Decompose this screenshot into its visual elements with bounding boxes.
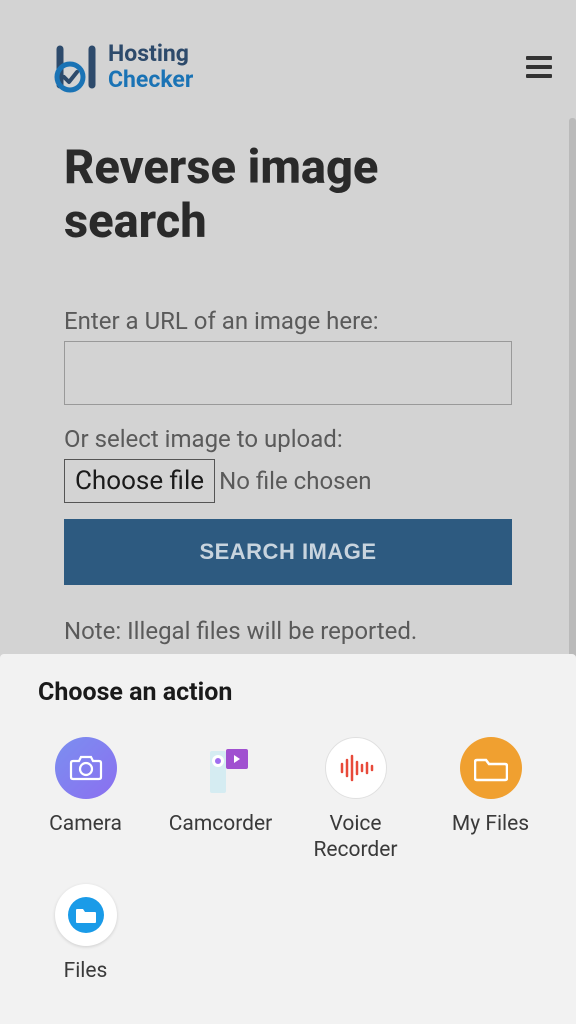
camera-icon xyxy=(55,737,117,799)
action-camcorder[interactable]: Camcorder xyxy=(153,737,288,864)
camcorder-icon xyxy=(190,737,252,799)
logo-text: Hosting Checker xyxy=(108,41,193,92)
action-voice-recorder[interactable]: Voice Recorder xyxy=(288,737,423,864)
note-line-1: Note: Illegal files will be reported. xyxy=(64,613,512,649)
main-content: Reverse image search Enter a URL of an i… xyxy=(0,117,576,685)
action-label: My Files xyxy=(452,811,529,837)
my-files-icon xyxy=(460,737,522,799)
logo-text-top: Hosting xyxy=(108,41,193,66)
action-label: Camera xyxy=(49,811,122,837)
hamburger-menu-icon[interactable] xyxy=(526,56,552,78)
files-icon xyxy=(55,884,117,946)
search-image-button[interactable]: SEARCH IMAGE xyxy=(64,519,512,585)
file-input-row: Choose file No file chosen xyxy=(64,459,512,503)
file-status-text: No file chosen xyxy=(219,467,371,495)
logo-text-bottom: Checker xyxy=(108,67,193,92)
voice-recorder-icon xyxy=(325,737,387,799)
page-title: Reverse image search xyxy=(64,141,512,249)
action-label: Camcorder xyxy=(169,811,273,837)
action-sheet-title: Choose an action xyxy=(38,678,576,707)
logo-icon xyxy=(52,41,100,93)
action-camera[interactable]: Camera xyxy=(18,737,153,864)
upload-label: Or select image to upload: xyxy=(64,425,512,453)
action-label: Voice Recorder xyxy=(288,811,423,864)
url-input[interactable] xyxy=(64,341,512,405)
scrollbar-thumb[interactable] xyxy=(569,118,576,658)
action-my-files[interactable]: My Files xyxy=(423,737,558,864)
action-label: Files xyxy=(64,958,108,984)
logo[interactable]: Hosting Checker xyxy=(52,41,193,93)
choose-file-button[interactable]: Choose file xyxy=(64,459,215,503)
url-input-label: Enter a URL of an image here: xyxy=(64,307,512,335)
action-sheet: Choose an action Camera Cam xyxy=(0,654,576,1024)
action-grid: Camera Camcorder xyxy=(0,737,576,984)
action-files[interactable]: Files xyxy=(18,884,153,984)
app-header: Hosting Checker xyxy=(0,0,576,117)
